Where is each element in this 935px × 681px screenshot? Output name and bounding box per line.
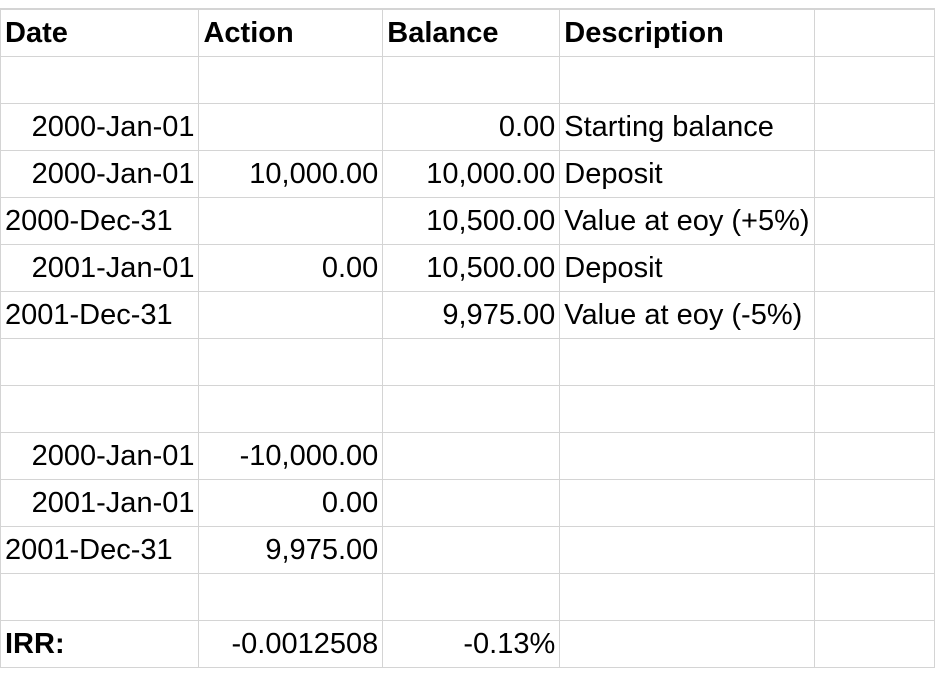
irr-percent[interactable]: -0.13% — [382, 620, 561, 668]
header-balance[interactable]: Balance — [382, 9, 561, 57]
empty-cell[interactable] — [813, 620, 935, 668]
cashflow-amount-cell[interactable]: 0.00 — [198, 479, 384, 527]
cashflow-amount-cell[interactable]: 9,975.00 — [198, 526, 384, 574]
balance-cell[interactable]: 0.00 — [382, 103, 561, 151]
empty-cell[interactable] — [813, 56, 935, 104]
cashflow-date-cell[interactable]: 2000-Jan-01 — [0, 432, 200, 480]
empty-cell[interactable] — [198, 56, 384, 104]
cashflow-date-cell[interactable]: 2001-Dec-31 — [0, 526, 200, 574]
empty-cell[interactable] — [559, 56, 815, 104]
empty-cell[interactable] — [813, 244, 935, 292]
empty-cell[interactable] — [198, 573, 384, 621]
empty-cell[interactable] — [813, 338, 935, 386]
empty-cell[interactable] — [813, 103, 935, 151]
empty-row — [0, 56, 935, 104]
table-row: 2000-Jan-01 10,000.00 10,000.00 Deposit — [0, 150, 935, 198]
empty-cell[interactable] — [559, 432, 815, 480]
date-cell[interactable]: 2001-Jan-01 — [0, 244, 200, 292]
empty-cell[interactable] — [813, 385, 935, 433]
empty-cell[interactable] — [0, 573, 200, 621]
irr-row: IRR: -0.0012508 -0.13% — [0, 620, 935, 668]
description-cell[interactable]: Deposit — [559, 244, 815, 292]
balance-cell[interactable]: 10,500.00 — [382, 244, 561, 292]
empty-row — [0, 385, 935, 433]
date-cell[interactable]: 2000-Jan-01 — [0, 150, 200, 198]
empty-cell[interactable] — [559, 338, 815, 386]
table-row: 2000-Jan-01 0.00 Starting balance — [0, 103, 935, 151]
empty-cell[interactable] — [0, 56, 200, 104]
cashflow-amount-cell[interactable]: -10,000.00 — [198, 432, 384, 480]
cashflow-row: 2000-Jan-01 -10,000.00 — [0, 432, 935, 480]
empty-row — [0, 573, 935, 621]
empty-cell[interactable] — [382, 526, 561, 574]
action-cell[interactable] — [198, 197, 384, 245]
description-cell[interactable]: Value at eoy (-5%) — [559, 291, 815, 339]
table-row: 2001-Jan-01 0.00 10,500.00 Deposit — [0, 244, 935, 292]
description-cell[interactable]: Deposit — [559, 150, 815, 198]
description-cell[interactable]: Starting balance — [559, 103, 815, 151]
table-row: 2000-Dec-31 10,500.00 Value at eoy (+5%) — [0, 197, 935, 245]
balance-cell[interactable]: 9,975.00 — [382, 291, 561, 339]
cashflow-date-cell[interactable]: 2001-Jan-01 — [0, 479, 200, 527]
empty-cell[interactable] — [382, 56, 561, 104]
empty-cell[interactable] — [813, 9, 935, 57]
empty-cell[interactable] — [382, 432, 561, 480]
header-row: Date Action Balance Description — [0, 9, 935, 57]
header-action[interactable]: Action — [198, 9, 384, 57]
balance-cell[interactable]: 10,500.00 — [382, 197, 561, 245]
empty-cell[interactable] — [382, 338, 561, 386]
date-cell[interactable]: 2000-Jan-01 — [0, 103, 200, 151]
empty-cell[interactable] — [198, 338, 384, 386]
empty-cell[interactable] — [813, 291, 935, 339]
date-cell[interactable]: 2001-Dec-31 — [0, 291, 200, 339]
action-cell[interactable] — [198, 103, 384, 151]
sheet-grid: Date Action Balance Description 2000-Jan… — [0, 9, 935, 668]
irr-value[interactable]: -0.0012508 — [198, 620, 384, 668]
header-date[interactable]: Date — [0, 9, 200, 57]
empty-cell[interactable] — [813, 573, 935, 621]
table-row: 2001-Dec-31 9,975.00 Value at eoy (-5%) — [0, 291, 935, 339]
balance-cell[interactable]: 10,000.00 — [382, 150, 561, 198]
empty-cell[interactable] — [559, 573, 815, 621]
description-cell[interactable]: Value at eoy (+5%) — [559, 197, 815, 245]
empty-cell[interactable] — [559, 620, 815, 668]
empty-cell[interactable] — [0, 385, 200, 433]
action-cell[interactable]: 0.00 — [198, 244, 384, 292]
date-cell[interactable]: 2000-Dec-31 — [0, 197, 200, 245]
empty-cell[interactable] — [813, 526, 935, 574]
action-cell[interactable]: 10,000.00 — [198, 150, 384, 198]
empty-cell[interactable] — [813, 479, 935, 527]
cashflow-row: 2001-Dec-31 9,975.00 — [0, 526, 935, 574]
empty-cell[interactable] — [0, 338, 200, 386]
header-description[interactable]: Description — [559, 9, 815, 57]
empty-cell[interactable] — [559, 526, 815, 574]
empty-cell[interactable] — [559, 479, 815, 527]
empty-cell[interactable] — [382, 385, 561, 433]
action-cell[interactable] — [198, 291, 384, 339]
empty-cell[interactable] — [198, 385, 384, 433]
column-header-edge — [0, 0, 935, 9]
empty-cell[interactable] — [382, 479, 561, 527]
empty-cell[interactable] — [813, 432, 935, 480]
cashflow-row: 2001-Jan-01 0.00 — [0, 479, 935, 527]
spreadsheet: Date Action Balance Description 2000-Jan… — [0, 0, 935, 681]
empty-cell[interactable] — [813, 150, 935, 198]
irr-label[interactable]: IRR: — [0, 620, 200, 668]
empty-cell[interactable] — [382, 573, 561, 621]
empty-row — [0, 338, 935, 386]
empty-cell[interactable] — [559, 385, 815, 433]
empty-cell[interactable] — [813, 197, 935, 245]
